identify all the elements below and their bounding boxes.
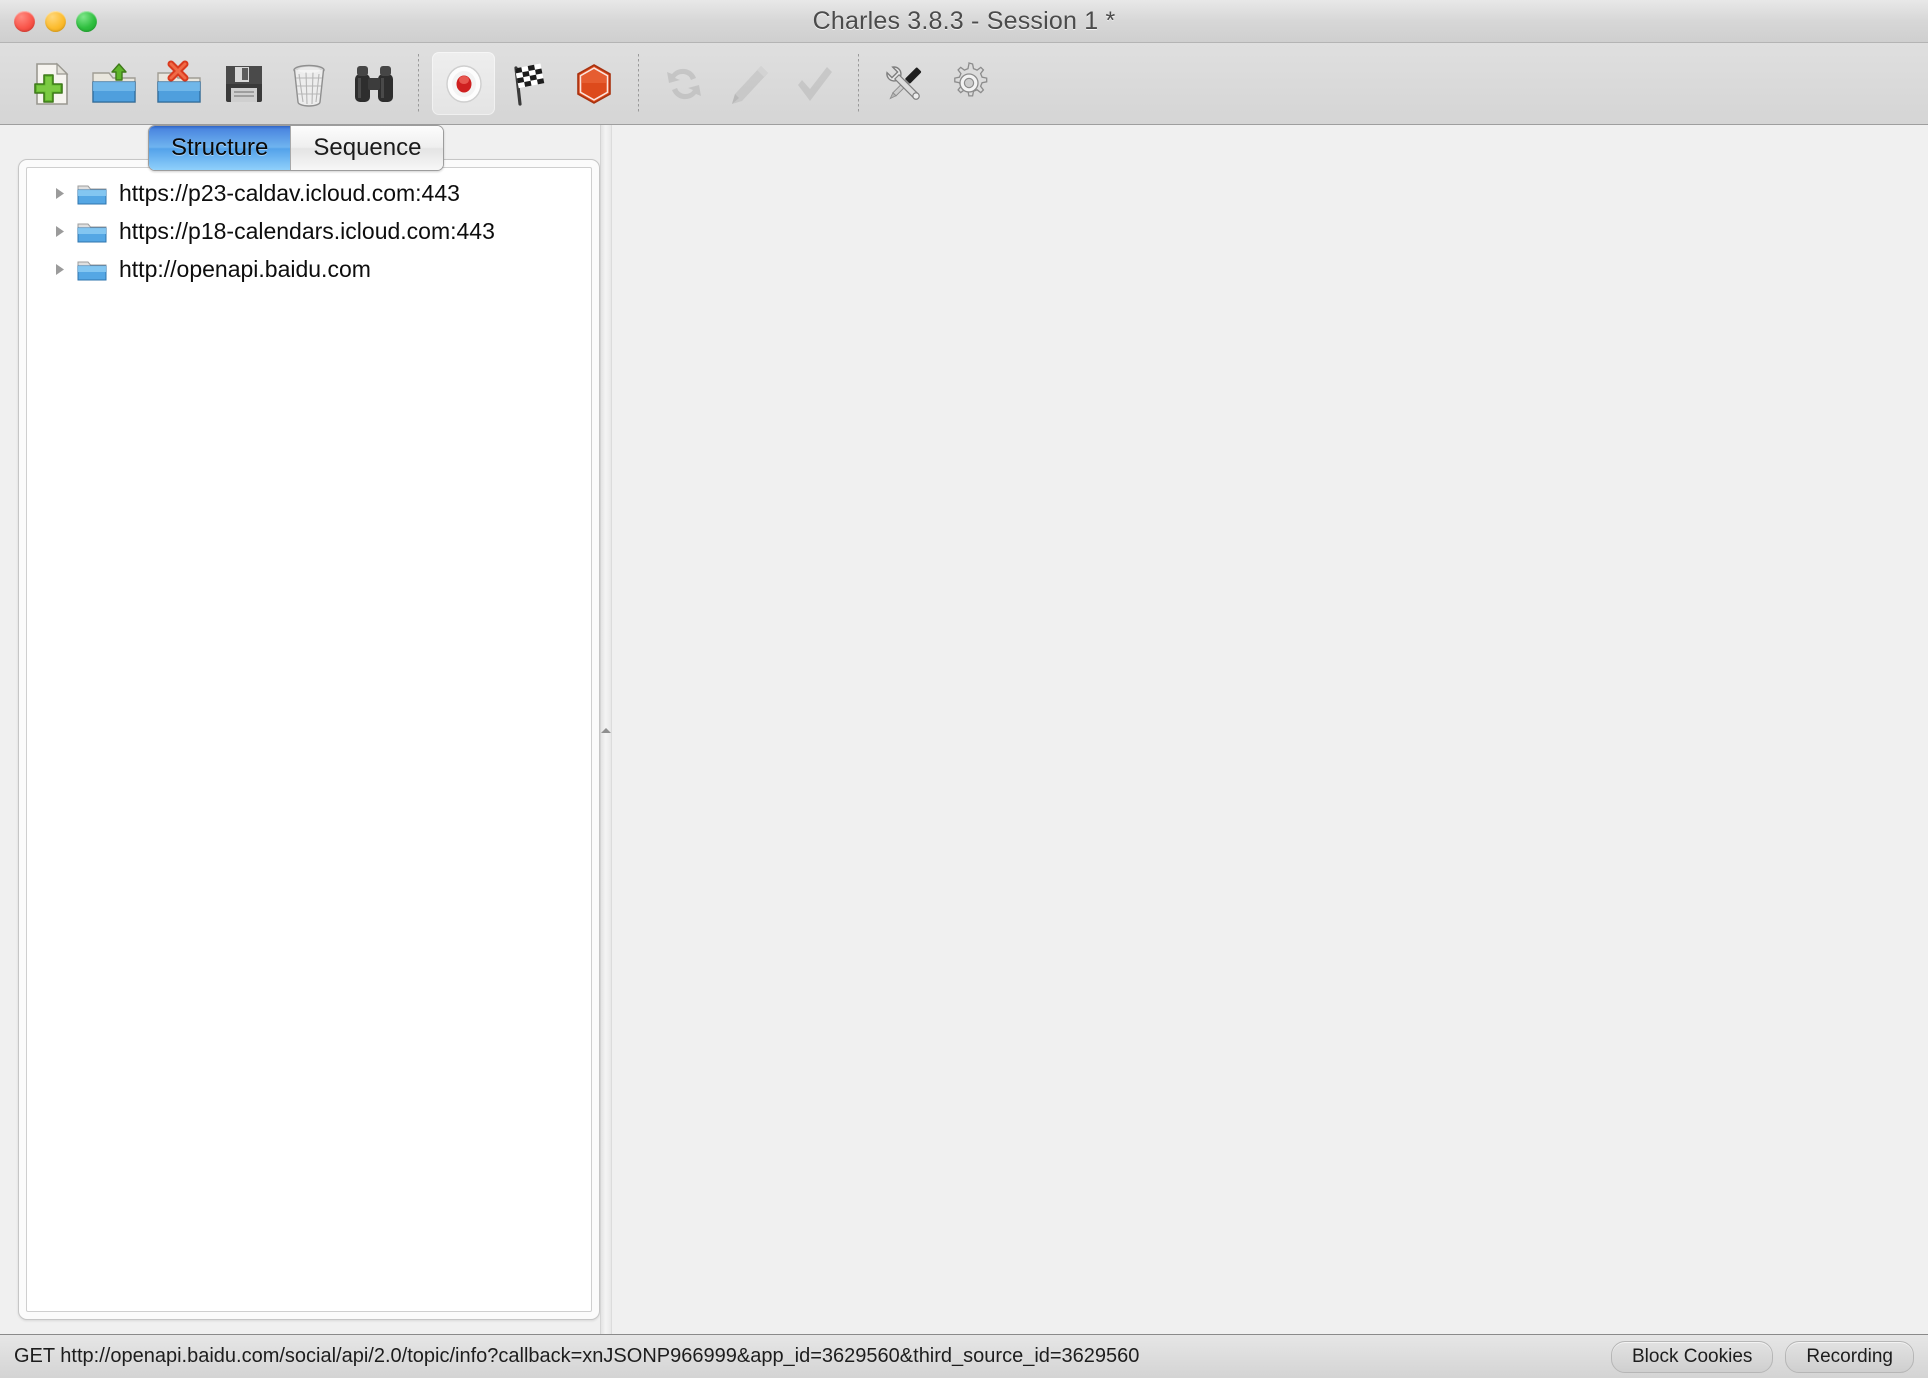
status-message: GET http://openapi.baidu.com/social/api/…	[14, 1345, 1140, 1367]
expand-triangle-icon[interactable]	[51, 185, 77, 202]
tree-row-label: http://openapi.baidu.com	[119, 255, 371, 282]
window-controls	[14, 0, 97, 42]
main-toolbar	[0, 43, 1928, 125]
settings-button[interactable]	[937, 52, 1000, 115]
tools-button[interactable]	[872, 52, 935, 115]
new-session-button[interactable]	[17, 52, 80, 115]
floppy-disk-icon	[225, 65, 262, 102]
validate-button[interactable]	[782, 52, 845, 115]
title-bar: Charles 3.8.3 - Session 1 *	[0, 0, 1928, 43]
breakpoints-button[interactable]	[562, 52, 625, 115]
new-document-icon	[33, 62, 68, 105]
repeat-arrow-icon	[666, 68, 701, 99]
record-icon	[445, 64, 482, 103]
open-folder-icon	[91, 62, 136, 103]
tree-row[interactable]: https://p23-caldav.icloud.com:443	[27, 174, 591, 212]
host-tree[interactable]: https://p23-caldav.icloud.com:443 https:…	[26, 167, 592, 1312]
open-session-button[interactable]	[82, 52, 145, 115]
close-session-button[interactable]	[147, 52, 210, 115]
checkered-flag-icon	[513, 63, 544, 106]
minimize-window-button[interactable]	[45, 10, 66, 32]
toolbar-separator	[638, 53, 639, 114]
expand-triangle-icon[interactable]	[51, 223, 77, 240]
folder-icon	[77, 257, 107, 282]
pencil-icon	[731, 65, 768, 104]
tree-row-label: https://p18-calendars.icloud.com:443	[119, 217, 495, 244]
find-button[interactable]	[342, 52, 405, 115]
structure-pane: Structure Sequence https://p23-caldav.ic…	[0, 125, 600, 1334]
tree-row[interactable]: https://p18-calendars.icloud.com:443	[27, 212, 591, 250]
checkmark-icon	[797, 66, 832, 101]
close-folder-icon	[156, 60, 201, 103]
expand-triangle-icon[interactable]	[51, 261, 77, 278]
recording-status[interactable]: Recording	[1785, 1340, 1914, 1373]
folder-icon	[77, 181, 107, 206]
charles-window: Charles 3.8.3 - Session 1 * Structure Se…	[0, 0, 1928, 1378]
toolbar-group-settings	[871, 43, 1001, 124]
toolbar-group-request	[651, 43, 846, 124]
status-bar: GET http://openapi.baidu.com/social/api/…	[0, 1334, 1928, 1378]
pane-splitter[interactable]	[600, 125, 612, 1334]
folder-icon	[77, 219, 107, 244]
close-window-button[interactable]	[14, 10, 35, 32]
save-session-button[interactable]	[212, 52, 275, 115]
collapse-chevron-icon	[601, 727, 611, 733]
toolbar-group-session	[16, 43, 406, 124]
trash-can-icon	[292, 64, 325, 107]
tab-sequence[interactable]: Sequence	[291, 126, 444, 170]
tools-icon	[885, 65, 921, 100]
edit-button[interactable]	[717, 52, 780, 115]
detail-pane	[612, 125, 1928, 1334]
binoculars-icon	[354, 65, 393, 102]
tree-row-label: https://p23-caldav.icloud.com:443	[119, 179, 460, 206]
maximize-window-button[interactable]	[76, 10, 97, 32]
clear-session-button[interactable]	[277, 52, 340, 115]
tree-row[interactable]: http://openapi.baidu.com	[27, 250, 591, 288]
throttle-button[interactable]	[497, 52, 560, 115]
main-content: Structure Sequence https://p23-caldav.ic…	[0, 125, 1928, 1334]
record-button[interactable]	[432, 52, 495, 115]
status-pill-group: Block Cookies Recording	[1611, 1340, 1914, 1373]
toolbar-separator	[418, 53, 419, 114]
stop-hexagon-icon	[576, 63, 611, 104]
repeat-button[interactable]	[652, 52, 715, 115]
window-title: Charles 3.8.3 - Session 1 *	[812, 6, 1116, 35]
view-tab-bar: Structure Sequence	[148, 125, 445, 171]
tab-structure[interactable]: Structure	[149, 126, 292, 170]
block-cookies-status[interactable]: Block Cookies	[1611, 1340, 1774, 1373]
gear-icon	[953, 61, 987, 97]
splitter-collapse-handle[interactable]	[598, 722, 614, 738]
toolbar-separator	[858, 53, 859, 114]
toolbar-group-capture	[431, 43, 626, 124]
tree-frame: https://p23-caldav.icloud.com:443 https:…	[18, 159, 600, 1320]
